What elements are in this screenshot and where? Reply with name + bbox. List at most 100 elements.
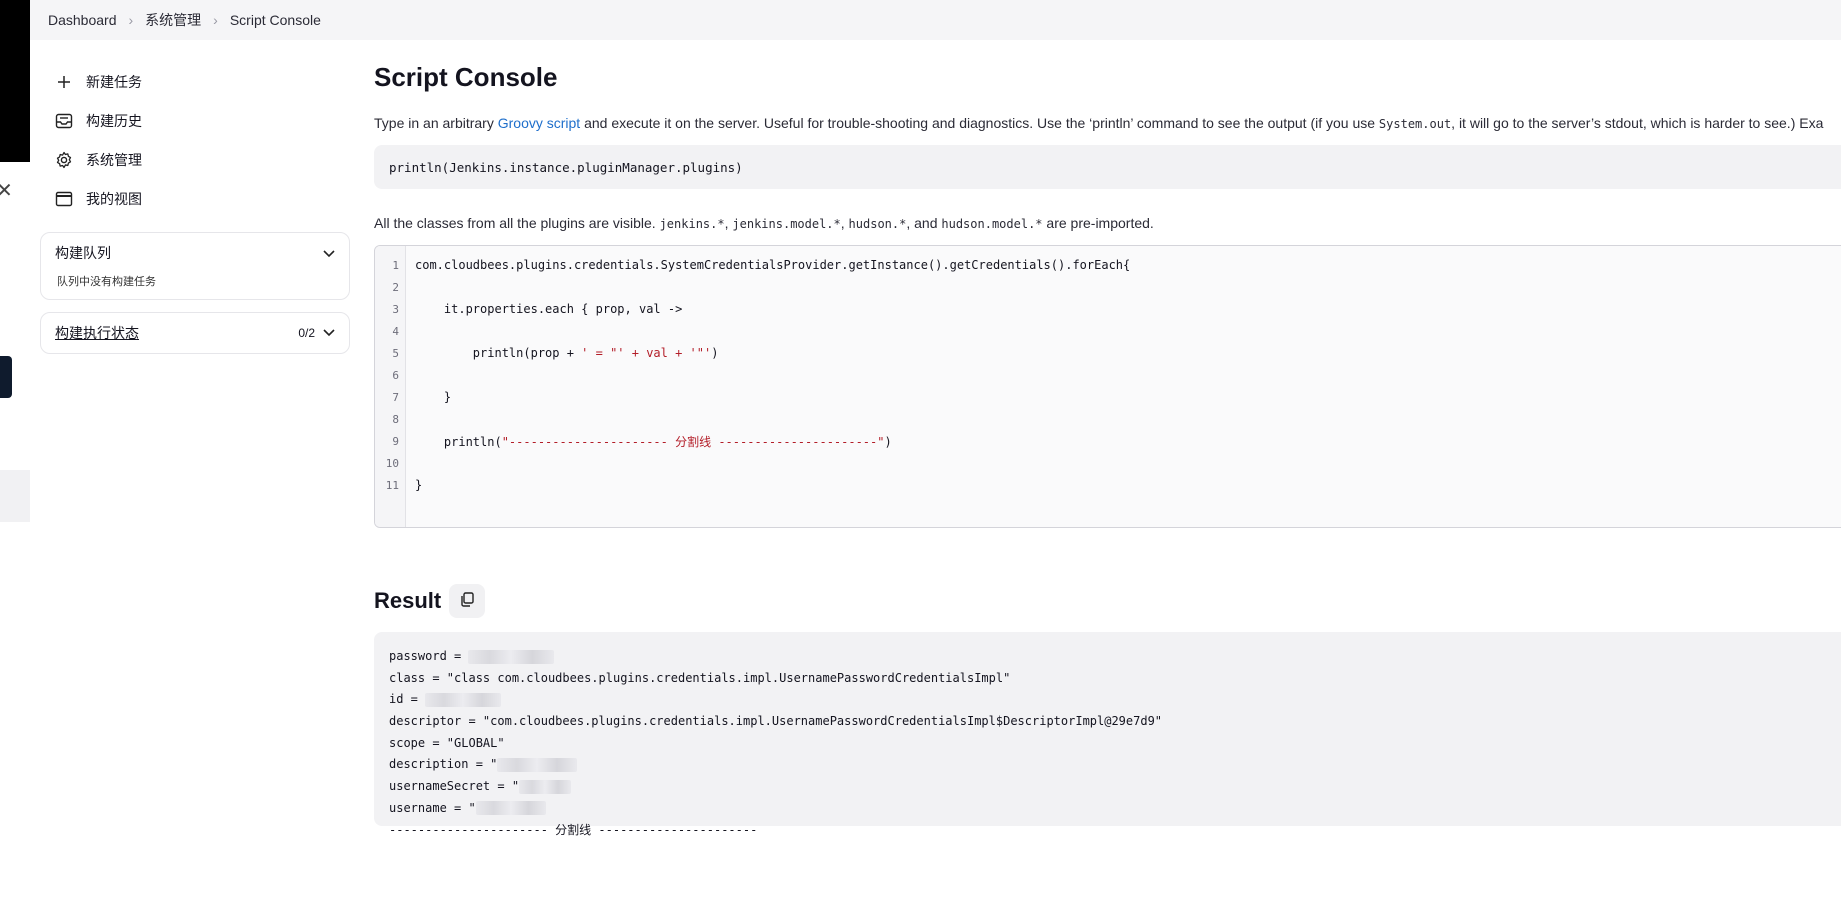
code-line: 3 it.properties.each { prop, val ->	[375, 298, 682, 320]
sidebar-item-label: 构建历史	[86, 112, 142, 129]
redacted-value	[497, 757, 578, 772]
code-text: com.cloudbees.plugins.credentials.System…	[415, 258, 1130, 272]
chevron-right-icon: ›	[128, 12, 134, 28]
result-line: class = "class com.cloudbees.plugins.cre…	[389, 668, 1841, 690]
chevron-down-icon[interactable]	[323, 245, 335, 261]
groovy-script-link[interactable]: Groovy script	[498, 115, 580, 131]
example-code-block: println(Jenkins.instance.pluginManager.p…	[374, 145, 1841, 189]
sidebar-item-label: 我的视图	[86, 190, 142, 207]
background-window-strip: ✕	[0, 0, 30, 921]
line-number: 1	[392, 258, 399, 272]
result-line: password =	[389, 646, 1841, 668]
executor-status-card: 构建执行状态 0/2	[40, 312, 350, 354]
build-queue-empty-text: 队列中没有构建任务	[57, 276, 156, 288]
result-text: password =	[389, 649, 469, 663]
result-text: descriptor = "com.cloudbees.plugins.cred…	[389, 714, 1163, 729]
sidebar-item-manage[interactable]: 系统管理	[40, 140, 350, 179]
page-description: Type in an arbitrary Groovy script and e…	[374, 115, 1841, 131]
code-plain: )	[711, 346, 719, 360]
result-text: usernameSecret = "	[389, 779, 520, 794]
sidebar-item-label: 新建任务	[86, 73, 142, 90]
line-number: 3	[392, 302, 399, 316]
code-plain: com.cloudbees.plugins.credentials.System…	[415, 258, 1131, 272]
line-number: 4	[392, 324, 399, 338]
result-line: ---------------------- 分割线 -------------…	[389, 820, 1841, 842]
note-text: , and	[906, 215, 942, 231]
chevron-right-icon: ›	[213, 12, 218, 28]
background-dark-panel	[0, 0, 30, 162]
code-line: 4	[375, 320, 399, 342]
line-number: 6	[392, 368, 399, 382]
result-header: Result	[374, 584, 1841, 618]
inline-code: jenkins.*	[659, 217, 725, 231]
example-code: println(Jenkins.instance.pluginManager.p…	[389, 159, 743, 175]
code-line: 7 }	[375, 386, 451, 408]
breadcrumb: Dashboard › 系统管理 › Script Console	[30, 0, 1841, 40]
result-output: password = class = "class com.cloudbees.…	[374, 632, 1841, 837]
code-string: ' = "' + val + '"'	[581, 346, 712, 360]
code-text: }	[415, 390, 451, 404]
redacted-value	[519, 779, 572, 794]
code-plain: println(	[415, 434, 502, 449]
copy-button[interactable]	[449, 584, 486, 618]
redacted-value	[425, 692, 502, 707]
inline-code: hudson.model.*	[941, 217, 1043, 231]
build-queue-card: 构建队列 队列中没有构建任务	[40, 232, 350, 300]
executor-count: 0/2	[298, 326, 315, 340]
code-line: 9 println("---------------------- 分割线 --…	[375, 430, 891, 452]
sidebar-item-label: 系统管理	[86, 151, 142, 168]
result-text: description = "	[389, 757, 498, 772]
preimport-note: All the classes from all the plugins are…	[374, 215, 1154, 231]
breadcrumb-item-manage[interactable]: 系统管理	[145, 10, 201, 30]
line-number: 7	[392, 390, 399, 404]
sidebar-item-build-history[interactable]: 构建历史	[40, 101, 350, 140]
gear-icon	[54, 150, 74, 170]
script-editor[interactable]: 1 com.cloudbees.plugins.credentials.Syste…	[374, 245, 1841, 528]
line-number: 11	[385, 478, 399, 492]
breadcrumb-item-dashboard[interactable]: Dashboard	[48, 12, 117, 28]
background-button	[0, 356, 12, 398]
code-line: 6	[375, 364, 399, 386]
redacted-value	[468, 649, 555, 664]
result-line: usernameSecret = "	[389, 776, 1841, 798]
executor-status-header: 构建执行状态 0/2	[41, 313, 349, 353]
code-line: 5 println(prop + ' = "' + val + '"')	[375, 342, 718, 364]
code-plain: it.properties.each { prop, val ->	[415, 302, 683, 316]
code-line: 10	[375, 452, 399, 474]
code-line: 8	[375, 408, 399, 430]
inline-code: hudson.*	[848, 217, 907, 231]
close-icon: ✕	[0, 180, 13, 202]
note-text: All the classes from all the plugins are…	[374, 215, 660, 231]
breadcrumb-item-script-console[interactable]: Script Console	[230, 12, 321, 28]
code-text: it.properties.each { prop, val ->	[415, 302, 682, 316]
result-line: description = "	[389, 754, 1841, 776]
page-title: Script Console	[374, 62, 558, 92]
desc-text: , it will go to the server’s stdout, whi…	[1451, 115, 1824, 131]
code-line: 1 com.cloudbees.plugins.credentials.Syste…	[375, 254, 1130, 276]
code-text: }	[415, 478, 422, 492]
code-text: println(prop + ' = "' + val + '"')	[415, 346, 719, 360]
window-icon	[54, 189, 74, 209]
code-plain: }	[415, 478, 423, 492]
executor-status-link[interactable]: 构建执行状态	[55, 323, 139, 343]
note-text: are pre-imported.	[1042, 215, 1154, 231]
main-content: Script Console Type in an arbitrary Groo…	[374, 62, 1841, 837]
result-line: descriptor = "com.cloudbees.plugins.cred…	[389, 711, 1841, 733]
code-line: 11}	[375, 474, 422, 496]
desc-text: and execute it on the server. Useful for…	[580, 115, 1379, 131]
chevron-down-icon[interactable]	[323, 326, 335, 340]
line-number: 9	[392, 434, 399, 448]
result-text: scope = "GLOBAL"	[389, 735, 505, 750]
result-text: class = "class com.cloudbees.plugins.cre…	[389, 670, 1011, 685]
line-number: 10	[385, 456, 399, 470]
plus-icon	[54, 72, 74, 92]
build-queue-header[interactable]: 构建队列	[41, 233, 349, 273]
sidebar-item-new-job[interactable]: 新建任务	[40, 62, 350, 101]
sidebar-item-my-views[interactable]: 我的视图	[40, 179, 350, 218]
line-number: 2	[392, 280, 399, 294]
background-row	[0, 470, 30, 522]
inline-code: jenkins.model.*	[732, 217, 841, 231]
code-plain: )	[884, 434, 892, 449]
code-plain: }	[415, 390, 452, 404]
inline-code: System.out	[1378, 117, 1452, 131]
